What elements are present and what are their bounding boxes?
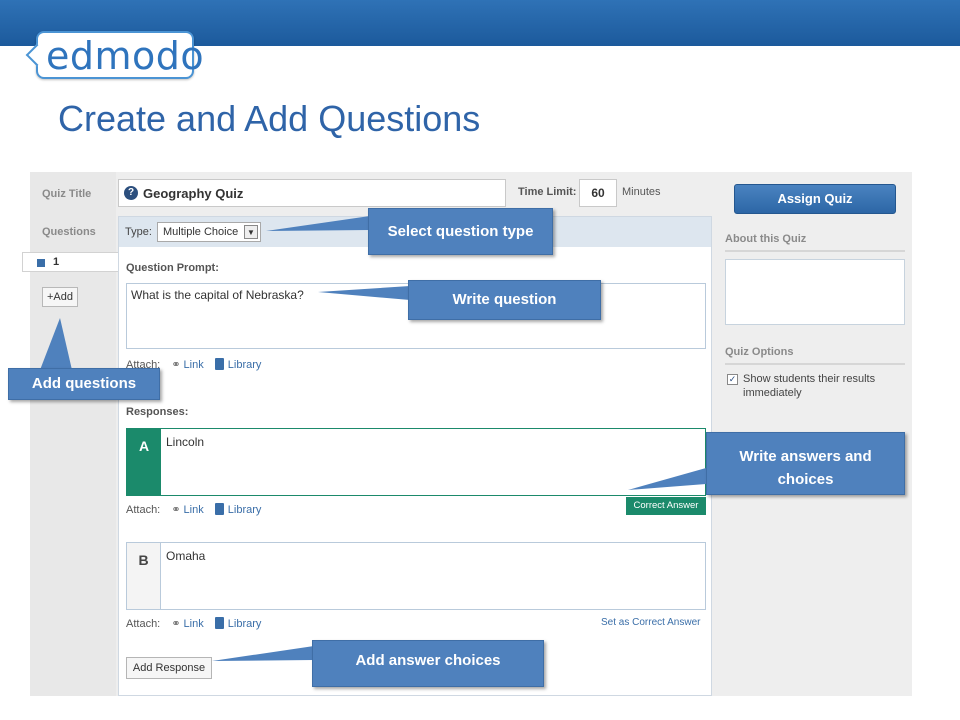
response-b-attach-library[interactable]: Library [228, 618, 262, 630]
question-tab-number: 1 [53, 256, 60, 268]
time-limit-input[interactable]: 60 [579, 179, 617, 207]
response-letter: B [127, 543, 161, 609]
link-icon: ⚭ [171, 618, 181, 630]
response-a[interactable]: A Lincoln [126, 428, 706, 496]
attach-label: Attach: [126, 618, 161, 630]
response-b[interactable]: B Omaha [126, 542, 706, 610]
link-icon: ⚭ [171, 359, 181, 371]
add-response-button[interactable]: Add Response [126, 657, 212, 679]
prompt-attach-link[interactable]: Link [184, 359, 204, 371]
question-type-select[interactable]: Multiple Choice ▼ [157, 222, 261, 242]
question-tab-1[interactable]: 1 [22, 252, 118, 272]
response-a-attach-row: Attach: ⚭ Link Library [126, 503, 261, 516]
callout-write-answers: Write answers and choices [706, 432, 905, 495]
library-icon [214, 358, 224, 370]
correct-answer-badge: Correct Answer [626, 497, 706, 515]
dropdown-arrow-icon[interactable]: ▼ [244, 225, 258, 239]
add-question-button[interactable]: +Add [42, 287, 78, 307]
edmodo-logo: edmodo [25, 31, 204, 79]
prompt-attach-library[interactable]: Library [228, 359, 262, 371]
quiz-title-input[interactable]: ? Geography Quiz [118, 179, 506, 207]
type-label: Type: [125, 226, 152, 238]
show-results-checkbox[interactable]: ✓ [727, 374, 738, 385]
response-b-attach-row: Attach: ⚭ Link Library [126, 617, 261, 630]
about-quiz-input[interactable] [725, 259, 905, 325]
logo-text: edmodo [46, 34, 205, 78]
quiz-title-value: Geography Quiz [143, 186, 244, 201]
attach-label: Attach: [126, 504, 161, 516]
response-text: Omaha [166, 549, 206, 563]
link-icon: ⚭ [171, 504, 181, 516]
time-limit-unit: Minutes [622, 186, 661, 198]
callout-select-type: Select question type [368, 208, 553, 255]
time-limit-label: Time Limit: [518, 186, 577, 198]
response-b-attach-link[interactable]: Link [184, 618, 204, 630]
about-quiz-label: About this Quiz [725, 233, 905, 252]
question-prompt-label: Question Prompt: [126, 262, 219, 274]
slide-title: Create and Add Questions [58, 98, 481, 139]
quiz-title-label: Quiz Title [42, 188, 92, 200]
library-icon [214, 617, 224, 629]
logo-speech-notch [25, 43, 49, 67]
callout-add-questions: Add questions [8, 368, 160, 400]
assign-quiz-button[interactable]: Assign Quiz [734, 184, 896, 214]
response-a-attach-link[interactable]: Link [184, 504, 204, 516]
questions-label: Questions [42, 226, 96, 238]
set-correct-answer-link[interactable]: Set as Correct Answer [601, 617, 700, 628]
response-a-attach-library[interactable]: Library [228, 504, 262, 516]
library-icon [214, 503, 224, 515]
callout-add-choices: Add answer choices [312, 640, 544, 687]
response-letter: A [127, 429, 161, 495]
callout-write-question: Write question [408, 280, 601, 320]
left-sidebar: Quiz Title Questions 1 +Add [22, 172, 118, 696]
show-results-label: Show students their results immediately [743, 373, 876, 399]
question-marker-icon [37, 259, 45, 267]
quiz-options-label: Quiz Options [725, 346, 905, 365]
response-text: Lincoln [166, 435, 205, 449]
help-icon[interactable]: ? [124, 186, 138, 200]
responses-label: Responses: [126, 406, 189, 418]
question-type-value: Multiple Choice [163, 226, 239, 238]
